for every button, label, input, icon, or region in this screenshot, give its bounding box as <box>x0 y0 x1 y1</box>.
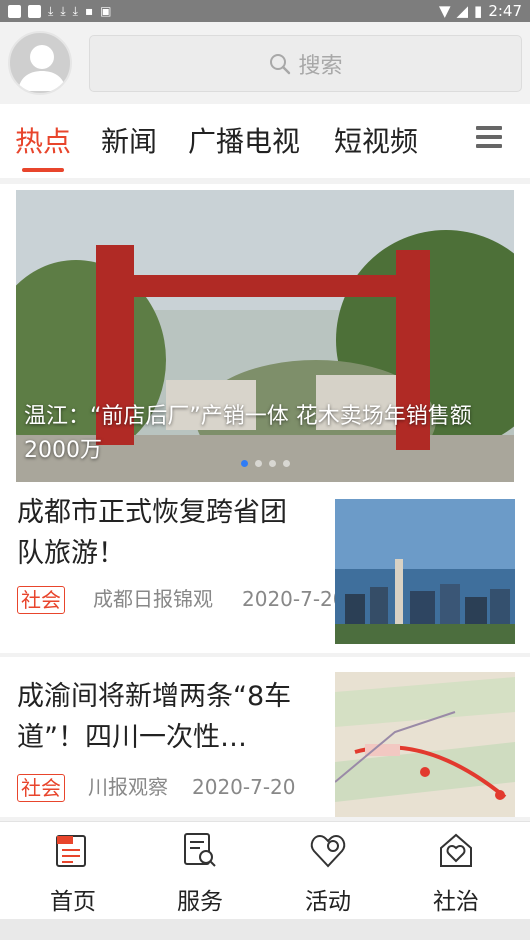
tab-hot[interactable]: 热点 <box>15 120 71 160</box>
search-input[interactable]: 搜索 <box>89 35 522 92</box>
system-navigation-bar <box>0 919 530 940</box>
download-icon: ⤓ <box>48 4 54 18</box>
nav-label: 社治 <box>433 889 479 915</box>
banner-caption: 温江：“前店后厂”产销一体 花木卖场年销售额2000万 <box>24 404 472 463</box>
carousel-dot[interactable] <box>283 460 290 467</box>
status-notifications: ⤓ ⤓ ⤓ ▪ ▣ <box>8 4 112 18</box>
category-tabs: 热点 新闻 广播电视 短视频 <box>0 104 530 184</box>
carousel-dot[interactable] <box>269 460 276 467</box>
news-thumbnail <box>335 499 515 644</box>
tab-news[interactable]: 新闻 <box>101 120 157 160</box>
news-item[interactable]: 成渝间将新增两条“8车道”！四川一次性… 社会 川报观察 2020-7-20 <box>0 658 530 821</box>
status-time: 2:47 <box>488 2 522 20</box>
news-date: 2020-7-20 <box>242 587 346 611</box>
tab-short-video[interactable]: 短视频 <box>334 120 418 160</box>
nav-label: 活动 <box>305 889 351 915</box>
heart-location-icon <box>310 834 346 868</box>
nav-label: 服务 <box>177 889 223 915</box>
news-date: 2020-7-20 <box>192 775 296 799</box>
bottom-navigation: 首页 服务 活动 社治 <box>0 821 530 919</box>
signal-icon: ◢ <box>456 2 469 20</box>
nav-activity[interactable]: 活动 <box>278 830 378 916</box>
tab-active-indicator <box>22 168 64 172</box>
menu-icon[interactable] <box>476 126 502 148</box>
category-tag: 社会 <box>17 774 65 802</box>
nav-home[interactable]: 首页 <box>23 830 123 916</box>
search-placeholder: 搜索 <box>298 53 343 79</box>
nav-community[interactable]: 社治 <box>406 830 506 916</box>
download-icon: ⤓ <box>60 4 66 18</box>
nav-label: 首页 <box>50 889 96 915</box>
carousel-indicator <box>241 460 290 467</box>
notification-icon <box>28 4 41 18</box>
status-bar: ⤓ ⤓ ⤓ ▪ ▣ ▼ ◢ ▮ 2:47 <box>0 0 530 22</box>
banner-carousel[interactable]: 温江：“前店后厂”产销一体 花木卖场年销售额2000万 <box>16 190 514 482</box>
battery-icon: ▮ <box>474 2 483 20</box>
tab-broadcast-tv[interactable]: 广播电视 <box>188 120 300 160</box>
wifi-icon: ▼ <box>438 2 451 20</box>
download-icon: ⤓ <box>72 4 78 18</box>
news-source: 成都日报锦观 <box>93 587 213 611</box>
carousel-dot[interactable] <box>255 460 262 467</box>
search-icon <box>270 53 291 74</box>
sim-icon: ▪ <box>84 4 94 18</box>
carousel-dot[interactable] <box>241 460 248 467</box>
user-avatar-icon <box>18 45 66 91</box>
news-home-icon <box>56 835 86 867</box>
nav-service[interactable]: 服务 <box>150 830 250 916</box>
news-item[interactable]: 成都市正式恢复跨省团队旅游！ 社会 成都日报锦观 2020-7-20 <box>0 482 530 657</box>
news-thumbnail <box>335 672 515 817</box>
service-search-icon <box>184 833 216 867</box>
news-source: 川报观察 <box>88 775 168 799</box>
news-title: 成都市正式恢复跨省团队旅游！ <box>17 497 287 569</box>
app-notification-icon: ▣ <box>100 4 112 18</box>
avatar[interactable] <box>8 31 72 95</box>
news-title: 成渝间将新增两条“8车道”！四川一次性… <box>17 681 292 753</box>
heart-house-icon <box>440 833 472 867</box>
header: 搜索 <box>0 22 530 104</box>
notification-icon <box>8 4 21 18</box>
category-tag: 社会 <box>17 586 65 614</box>
